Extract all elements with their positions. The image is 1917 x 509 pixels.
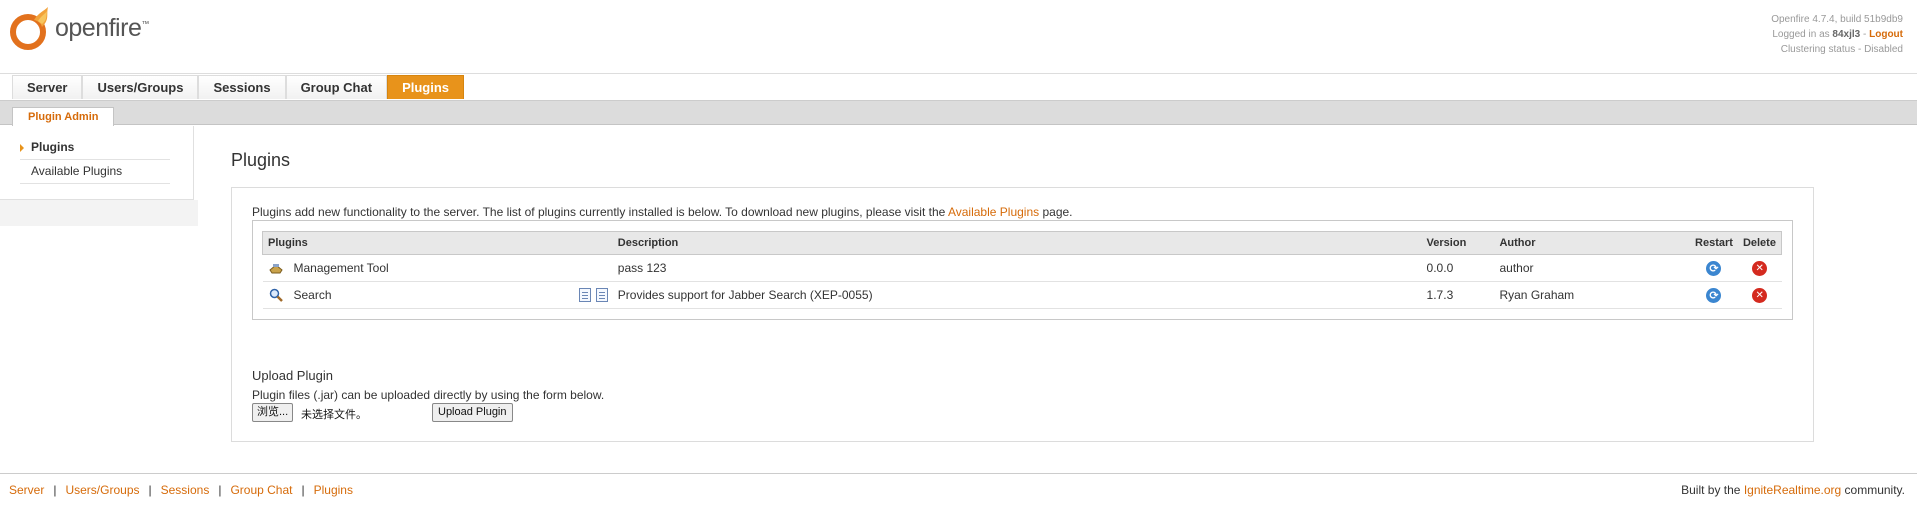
sidebar-footer-strip: [0, 200, 198, 226]
table-row: Search Provides support for Jabber Searc…: [262, 281, 1782, 309]
tab-plugin-admin[interactable]: Plugin Admin: [12, 107, 115, 126]
restart-icon[interactable]: ⟳: [1706, 287, 1722, 303]
tab-group-chat[interactable]: Group Chat: [285, 75, 388, 99]
upload-description: Plugin files (.jar) can be uploaded dire…: [252, 388, 605, 402]
restart-cell: ⟳: [1690, 281, 1738, 309]
credit-prefix: Built by the: [1681, 483, 1744, 497]
tab-users-groups[interactable]: Users/Groups: [82, 75, 199, 99]
footer-link-sessions[interactable]: Sessions: [161, 483, 210, 497]
sidebar-item-available-plugins[interactable]: Available Plugins: [20, 160, 170, 184]
footer-link-users-groups[interactable]: Users/Groups: [65, 483, 139, 497]
delete-icon[interactable]: ✕: [1752, 261, 1768, 276]
footer-nav: Server | Users/Groups | Sessions | Group Chat |…: [9, 483, 353, 497]
plugin-name: Management Tool: [293, 261, 389, 275]
header: openfire™ Openfire 4.7.4, build 51b9db9 …: [0, 0, 1917, 74]
plugin-name: Search: [293, 288, 332, 302]
search-icon: [268, 287, 284, 303]
plugin-name-cell: Management Tool: [262, 254, 613, 282]
sidebar-item-label: Plugins: [31, 140, 75, 154]
footer-link-server[interactable]: Server: [9, 483, 44, 497]
plugins-table: Plugins Description Version Author Resta…: [261, 231, 1782, 309]
tab-plugins[interactable]: Plugins: [387, 75, 465, 99]
main-nav: Server Users/Groups Sessions Group Chat …: [0, 73, 1917, 101]
footer-credit: Built by the IgniteRealtime.org communit…: [1681, 483, 1905, 497]
management-tool-icon: [268, 260, 284, 276]
changelog-icon[interactable]: [595, 288, 608, 302]
logout-link[interactable]: Logout: [1869, 29, 1903, 40]
tab-sessions[interactable]: Sessions: [198, 75, 286, 99]
page-title: Plugins: [231, 150, 291, 170]
footer-separator: |: [301, 483, 305, 497]
footer-separator: |: [53, 483, 57, 497]
col-delete: Delete: [1737, 231, 1782, 255]
col-restart: Restart: [1690, 231, 1738, 255]
plugin-description: Provides support for Jabber Search (XEP-…: [612, 281, 1422, 309]
browse-file-button[interactable]: 浏览...: [252, 403, 294, 422]
table-header-row: Plugins Description Version Author Resta…: [261, 231, 1782, 255]
col-author: Author: [1494, 231, 1691, 255]
available-plugins-link[interactable]: Available Plugins: [948, 205, 1039, 219]
file-status: 未选择文件。: [301, 409, 367, 421]
plugin-author: Ryan Graham: [1494, 281, 1691, 309]
plugin-description: pass 123: [612, 254, 1422, 282]
logged-in-sep: -: [1860, 29, 1870, 40]
tab-server[interactable]: Server: [12, 75, 83, 99]
header-info: Openfire 4.7.4, build 51b9db9 Logged in …: [1771, 12, 1903, 57]
flame-icon: [10, 7, 48, 50]
delete-icon[interactable]: ✕: [1752, 288, 1768, 303]
table-row: Management Tool pass 123 0.0.0 author ⟳ …: [262, 254, 1782, 282]
intro-prefix: Plugins add new functionality to the ser…: [252, 205, 948, 219]
username: 84xjl3: [1832, 29, 1861, 40]
intro-text: Plugins add new functionality to the ser…: [252, 205, 1073, 219]
col-plugins: Plugins: [261, 231, 613, 255]
upload-title: Upload Plugin: [252, 368, 333, 383]
igniterealtime-link[interactable]: IgniteRealtime.org: [1744, 483, 1841, 497]
footer-separator: |: [148, 483, 152, 497]
sidebar-item-plugins[interactable]: Plugins: [20, 136, 170, 160]
intro-suffix: page.: [1039, 205, 1073, 219]
readme-icon[interactable]: [578, 288, 591, 302]
plugin-name-cell: Search: [262, 281, 613, 309]
delete-cell: ✕: [1737, 254, 1782, 282]
logo-text: openfire: [55, 13, 142, 42]
clustering-status: Clustering status - Disabled: [1780, 44, 1903, 55]
sidebar-item-label: Available Plugins: [31, 164, 123, 178]
openfire-logo[interactable]: openfire™: [8, 5, 149, 51]
upload-plugin-button[interactable]: Upload Plugin: [432, 403, 513, 422]
login-status: Logged in as 84xjl3 - Logout: [1771, 27, 1903, 42]
footer: Server | Users/Groups | Sessions | Group Chat |…: [0, 473, 1917, 509]
footer-separator: |: [218, 483, 222, 497]
sidebar: Plugins Available Plugins: [0, 126, 194, 200]
col-description: Description: [612, 231, 1422, 255]
arrow-right-icon: [20, 144, 24, 152]
plugin-author: author: [1494, 254, 1691, 282]
col-version: Version: [1421, 231, 1495, 255]
version-text: Openfire 4.7.4, build 51b9db9: [1771, 14, 1903, 25]
plugin-version: 1.7.3: [1421, 281, 1495, 309]
footer-link-group-chat[interactable]: Group Chat: [230, 483, 292, 497]
plugin-version: 0.0.0: [1421, 254, 1495, 282]
credit-suffix: community.: [1841, 483, 1905, 497]
restart-cell: ⟳: [1690, 254, 1738, 282]
delete-cell: ✕: [1737, 281, 1782, 309]
restart-icon[interactable]: ⟳: [1706, 260, 1722, 276]
sub-nav: Plugin Admin: [0, 101, 1917, 126]
logo-trademark: ™: [141, 19, 149, 29]
logged-in-prefix: Logged in as: [1772, 29, 1833, 40]
footer-link-plugins[interactable]: Plugins: [314, 483, 353, 497]
